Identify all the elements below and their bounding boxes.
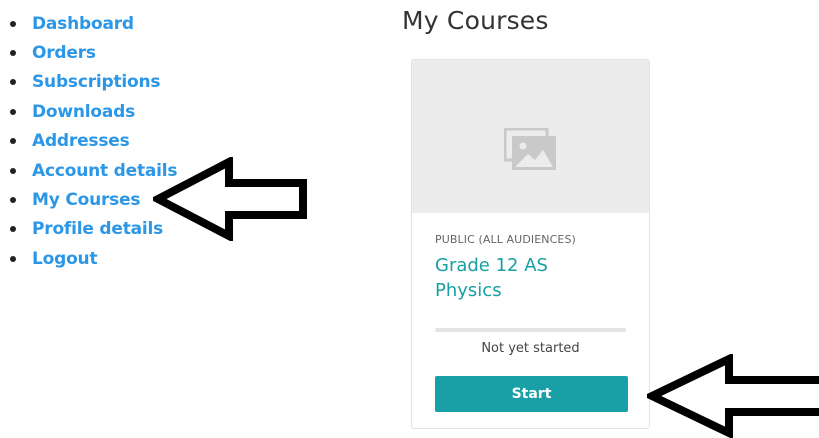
progress-status: Not yet started (481, 341, 580, 356)
nav-item-profile-details: Profile details (8, 215, 177, 244)
nav-link-subscriptions[interactable]: Subscriptions (32, 72, 161, 92)
nav-link-logout[interactable]: Logout (32, 249, 98, 269)
nav-item-logout: Logout (8, 244, 177, 273)
nav-item-account-details: Account details (8, 156, 178, 185)
bullet (10, 50, 16, 57)
nav-item-my-courses: My Courses (8, 185, 177, 214)
image-placeholder-icon (504, 128, 556, 170)
course-access-label: PUBLIC (ALL AUDIENCES) (435, 233, 576, 246)
bullet (10, 226, 16, 233)
nav-link-downloads[interactable]: Downloads (32, 102, 135, 122)
nav-item-dashboard: Dashboard (8, 9, 177, 38)
bullet (10, 108, 16, 115)
page-title: My Courses (402, 6, 549, 35)
nav-item-subscriptions: Subscriptions (8, 68, 177, 97)
bullet (10, 138, 16, 145)
nav-item-orders: Orders (8, 38, 177, 67)
start-course-button[interactable]: Start (435, 376, 628, 412)
bullet (10, 255, 16, 262)
bullet (10, 79, 16, 86)
progress-bar (435, 328, 626, 332)
nav-item-addresses: Addresses (8, 127, 177, 156)
nav-link-profile-details[interactable]: Profile details (32, 219, 163, 239)
nav-link-my-courses[interactable]: My Courses (32, 190, 141, 210)
bullet (10, 197, 16, 204)
bullet (10, 20, 16, 27)
course-title-link[interactable]: Grade 12 AS Physics (435, 253, 605, 303)
nav-link-dashboard[interactable]: Dashboard (32, 14, 134, 34)
left-arrow-icon (647, 354, 819, 438)
course-card: PUBLIC (ALL AUDIENCES) Grade 12 AS Physi… (411, 59, 650, 429)
nav-link-addresses[interactable]: Addresses (32, 131, 130, 151)
nav-item-downloads: Downloads (8, 97, 177, 126)
nav-link-orders[interactable]: Orders (32, 43, 96, 63)
bullet (10, 167, 16, 174)
account-navigation: Dashboard Orders Subscriptions Downloads… (8, 9, 178, 274)
card-body: PUBLIC (ALL AUDIENCES) Grade 12 AS Physi… (412, 213, 649, 412)
left-arrow-icon (153, 157, 307, 241)
course-thumbnail[interactable] (412, 60, 649, 213)
